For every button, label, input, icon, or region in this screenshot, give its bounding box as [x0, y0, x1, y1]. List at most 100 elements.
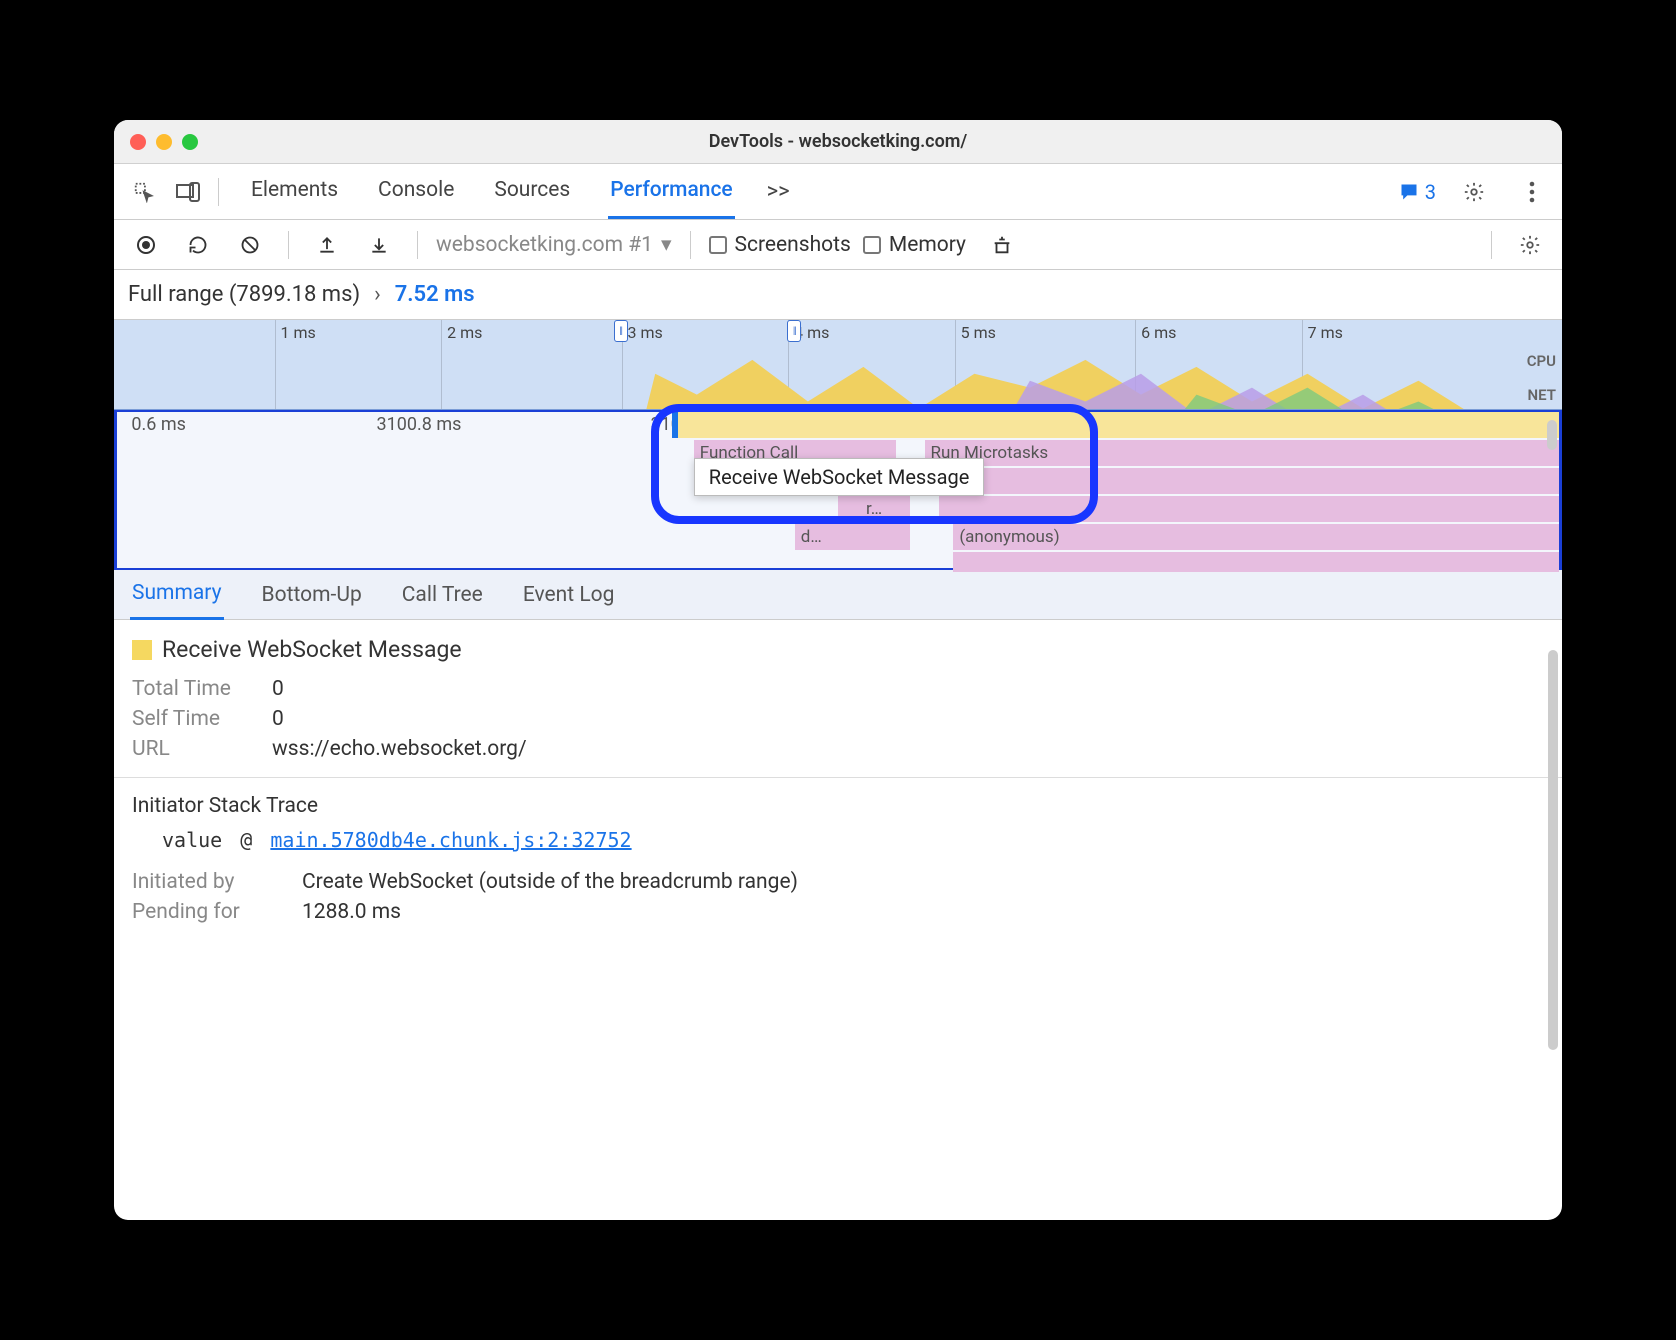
scrollbar-thumb[interactable] [1547, 420, 1557, 450]
stack-source-link[interactable]: main.5780db4e.chunk.js:2:32752 [270, 828, 631, 852]
tab-sources[interactable]: Sources [492, 164, 572, 219]
record-button[interactable] [126, 225, 166, 265]
reload-button[interactable] [178, 225, 218, 265]
initiated-by-label: Initiated by [132, 870, 282, 894]
url-value: wss://echo.websocket.org/ [272, 737, 527, 761]
issues-badge[interactable]: 3 [1399, 180, 1436, 204]
separator [417, 231, 418, 259]
selection-handle-right[interactable] [787, 320, 801, 342]
capture-settings-icon[interactable] [1510, 225, 1550, 265]
url-label: URL [132, 737, 252, 761]
kebab-menu-icon[interactable] [1512, 172, 1552, 212]
cpu-overview-graph [114, 346, 1502, 410]
flame-event-run-microtasks[interactable]: Run Microtasks [925, 440, 1559, 466]
timeline-overview[interactable]: 1 ms 2 ms 3 ms 4 ms 5 ms 6 ms 7 ms CPU N… [114, 320, 1562, 410]
device-toolbar-icon[interactable] [168, 172, 208, 212]
collect-garbage-icon[interactable] [982, 225, 1022, 265]
ruler-tick: 6 ms [1141, 323, 1176, 342]
selection-handle-left[interactable] [614, 320, 628, 342]
ruler-tick: 3 ms [628, 323, 663, 342]
event-tooltip: Receive WebSocket Message [694, 458, 985, 496]
main-tab-bar: Elements Console Sources Performance >> … [114, 164, 1562, 220]
performance-toolbar: websocketking.com #1 ▾ Screenshots Memor… [114, 220, 1562, 270]
breadcrumb: Full range (7899.18 ms) › 7.52 ms [114, 270, 1562, 320]
overview-ruler: 1 ms 2 ms 3 ms 4 ms 5 ms 6 ms 7 ms [114, 320, 1502, 346]
self-time-label: Self Time [132, 707, 252, 731]
flame-chart[interactable]: 0.6 ms 3100.8 ms 3101.0 ms 3101.2 ms 310… [114, 410, 1562, 570]
ruler-tick: 5 ms [961, 323, 996, 342]
flame-event-truncated[interactable]: r… [838, 496, 910, 522]
ruler-tick: 7 ms [1308, 323, 1343, 342]
stack-at: @ [240, 828, 252, 852]
memory-checkbox[interactable]: Memory [863, 233, 966, 257]
checkbox-icon [709, 236, 727, 254]
screenshots-checkbox[interactable]: Screenshots [709, 233, 851, 257]
ruler-tick: 0.6 ms [131, 414, 186, 435]
event-title-row: Receive WebSocket Message [132, 636, 1544, 663]
flame-event-row[interactable] [953, 552, 1559, 572]
breadcrumb-full-range[interactable]: Full range (7899.18 ms) [128, 282, 360, 307]
pending-for-row: Pending for 1288.0 ms [132, 900, 1544, 924]
issues-count: 3 [1425, 180, 1436, 204]
ruler-tick: 2 ms [447, 323, 482, 342]
tab-performance[interactable]: Performance [608, 164, 734, 219]
ruler-tick: 3100.8 ms [377, 414, 462, 435]
tab-console[interactable]: Console [376, 164, 456, 219]
initiated-by-value: Create WebSocket (outside of the breadcr… [302, 870, 798, 894]
devtools-window: DevTools - websocketking.com/ Elements C… [114, 120, 1562, 1220]
flame-event-receive-ws[interactable] [672, 412, 1559, 438]
settings-icon[interactable] [1454, 172, 1494, 212]
divider [114, 777, 1562, 778]
total-time-value: 0 [272, 677, 284, 701]
window-title: DevTools - websocketking.com/ [114, 131, 1562, 152]
screenshots-label: Screenshots [735, 233, 851, 257]
pending-for-label: Pending for [132, 900, 282, 924]
separator [690, 231, 691, 259]
flame-event-truncated[interactable]: d… [795, 524, 910, 550]
panel-tabs: Elements Console Sources Performance [249, 164, 735, 219]
window-controls [130, 134, 198, 150]
url-row: URL wss://echo.websocket.org/ [132, 737, 1544, 761]
pending-for-value: 1288.0 ms [302, 900, 401, 924]
detail-tab-bar: Summary Bottom-Up Call Tree Event Log [114, 570, 1562, 620]
upload-profile-icon[interactable] [307, 225, 347, 265]
scrollbar-thumb[interactable] [1548, 650, 1558, 1050]
close-window-button[interactable] [130, 134, 146, 150]
event-color-swatch [132, 640, 152, 660]
clear-button[interactable] [230, 225, 270, 265]
total-time-label: Total Time [132, 677, 252, 701]
stack-function: value [162, 828, 222, 852]
recording-label: websocketking.com #1 [436, 233, 653, 257]
download-profile-icon[interactable] [359, 225, 399, 265]
recording-selector[interactable]: websocketking.com #1 ▾ [436, 232, 672, 257]
flame-event-row[interactable] [939, 496, 1559, 522]
tab-summary[interactable]: Summary [130, 569, 224, 620]
separator [1491, 231, 1492, 259]
tab-elements[interactable]: Elements [249, 164, 340, 219]
checkbox-icon [863, 236, 881, 254]
minimize-window-button[interactable] [156, 134, 172, 150]
summary-panel: Receive WebSocket Message Total Time 0 S… [114, 620, 1562, 1220]
self-time-value: 0 [272, 707, 284, 731]
separator [288, 231, 289, 259]
dropdown-caret-icon: ▾ [661, 232, 672, 257]
flame-event-anonymous[interactable]: (anonymous) [953, 524, 1559, 550]
tab-bottom-up[interactable]: Bottom-Up [260, 571, 364, 619]
title-bar: DevTools - websocketking.com/ [114, 120, 1562, 164]
stack-frame: value @ main.5780db4e.chunk.js:2:32752 [162, 828, 1544, 852]
net-track-label: NET [1528, 386, 1556, 404]
inspect-element-icon[interactable] [124, 172, 164, 212]
tab-call-tree[interactable]: Call Tree [400, 571, 485, 619]
event-name: Receive WebSocket Message [162, 636, 462, 663]
initiated-by-row: Initiated by Create WebSocket (outside o… [132, 870, 1544, 894]
total-time-row: Total Time 0 [132, 677, 1544, 701]
cpu-track-label: CPU [1527, 352, 1556, 370]
tab-event-log[interactable]: Event Log [521, 571, 617, 619]
breadcrumb-selection[interactable]: 7.52 ms [395, 282, 475, 307]
more-tabs-button[interactable]: >> [767, 179, 790, 204]
chevron-right-icon: › [374, 282, 381, 307]
selected-event-marker [672, 412, 678, 438]
memory-label: Memory [889, 233, 966, 257]
maximize-window-button[interactable] [182, 134, 198, 150]
separator [218, 178, 219, 206]
